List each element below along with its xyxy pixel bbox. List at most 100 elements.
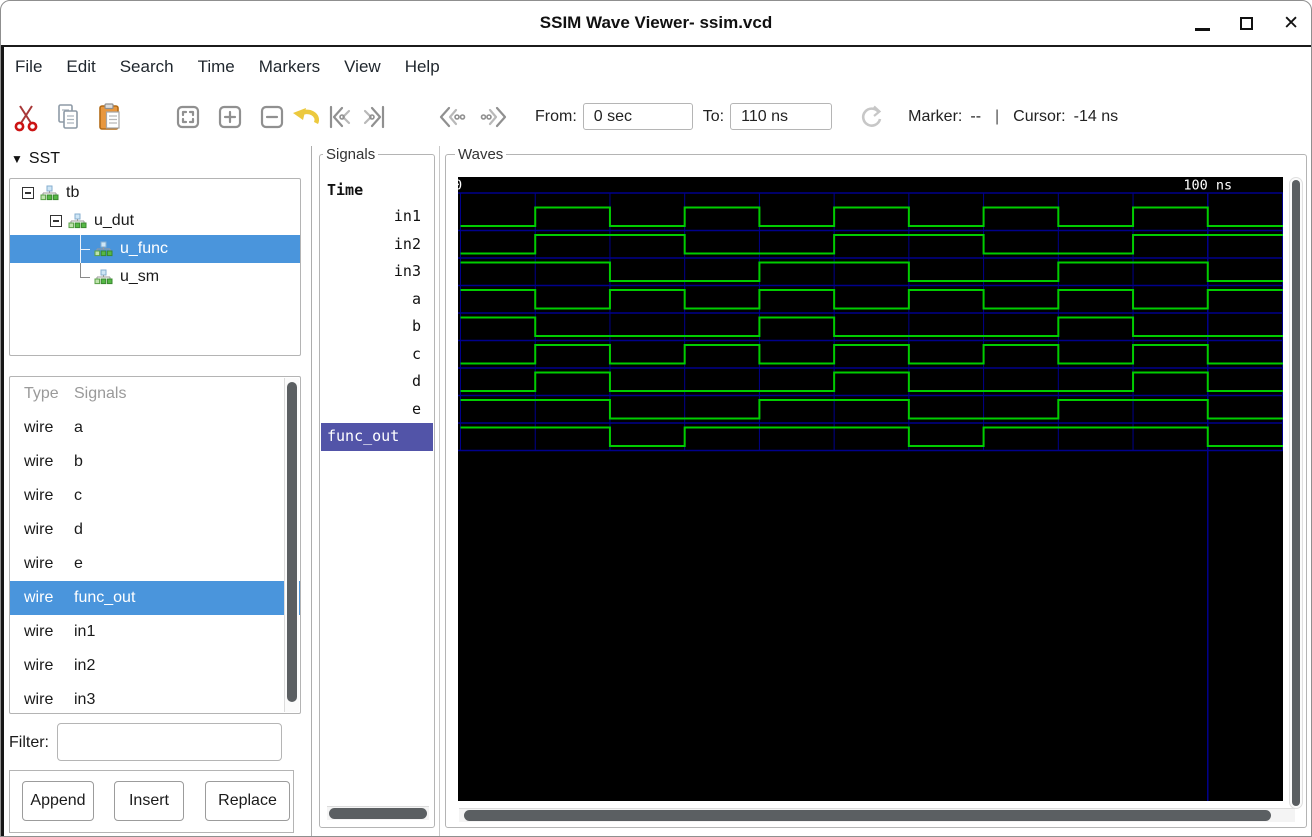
menu-help[interactable]: Help bbox=[405, 57, 440, 77]
svg-text:100 ns: 100 ns bbox=[1183, 178, 1232, 194]
shift-left-icon[interactable] bbox=[435, 99, 469, 135]
signal-name: b bbox=[74, 453, 83, 470]
close-icon[interactable]: ✕ bbox=[1283, 13, 1299, 33]
menu-edit[interactable]: Edit bbox=[66, 57, 95, 77]
action-button-box: Append Insert Replace bbox=[9, 770, 294, 833]
tree-expander-icon[interactable] bbox=[22, 187, 34, 199]
marker-label: Marker: bbox=[908, 107, 963, 125]
wave-signal-d[interactable]: d bbox=[321, 368, 433, 396]
cut-icon[interactable] bbox=[9, 99, 43, 135]
wave-signal-in2[interactable]: in2 bbox=[321, 231, 433, 259]
column-type[interactable]: Type bbox=[10, 385, 74, 403]
wave-signal-in3[interactable]: in3 bbox=[321, 258, 433, 286]
tree-node-u_func[interactable]: u_func bbox=[10, 235, 300, 263]
signal-type: wire bbox=[24, 555, 54, 572]
maximize-icon[interactable] bbox=[1240, 16, 1254, 30]
titlebar: SSIM Wave Viewer- ssim.vcd ✕ bbox=[1, 1, 1311, 47]
replace-button[interactable]: Replace bbox=[205, 781, 290, 821]
scrollbar-thumb[interactable] bbox=[329, 808, 427, 819]
tree-node-label: tb bbox=[66, 184, 80, 201]
wave-signal-a[interactable]: a bbox=[321, 286, 433, 314]
wave-signal-func_out[interactable]: func_out bbox=[321, 423, 433, 451]
tree-node-label: u_func bbox=[120, 240, 169, 257]
filter-label: Filter: bbox=[9, 734, 49, 751]
collapse-triangle-icon: ▼ bbox=[11, 152, 23, 166]
tree-node-label: u_dut bbox=[94, 212, 135, 229]
tree-node-label: u_sm bbox=[120, 268, 160, 285]
tree-expander-icon[interactable] bbox=[50, 215, 62, 227]
menu-time[interactable]: Time bbox=[198, 57, 235, 77]
signal-row-e[interactable]: wire e bbox=[10, 547, 300, 581]
signal-row-c[interactable]: wire c bbox=[10, 479, 300, 513]
signal-name: func_out bbox=[74, 589, 136, 606]
menu-view[interactable]: View bbox=[344, 57, 381, 77]
module-hierarchy-icon bbox=[68, 213, 87, 229]
copy-icon[interactable] bbox=[51, 99, 85, 135]
scrollbar-thumb[interactable] bbox=[464, 810, 1271, 821]
signal-type: wire bbox=[24, 419, 54, 436]
reload-icon[interactable] bbox=[854, 99, 888, 135]
wave-signal-c[interactable]: c bbox=[321, 341, 433, 369]
status-separator: | bbox=[995, 107, 1000, 125]
waveform-canvas[interactable]: 0 100 ns bbox=[458, 177, 1283, 801]
window-left-border bbox=[1, 47, 4, 836]
menu-markers[interactable]: Markers bbox=[259, 57, 320, 77]
signal-row-in3[interactable]: wire in3 bbox=[10, 683, 300, 713]
marker-value: -- bbox=[970, 107, 982, 125]
signal-table-scrollbar[interactable] bbox=[284, 378, 299, 712]
from-input[interactable] bbox=[582, 103, 693, 130]
signal-type: wire bbox=[24, 623, 54, 640]
menu-file[interactable]: File bbox=[15, 57, 42, 77]
signal-row-in1[interactable]: wire in1 bbox=[10, 615, 300, 649]
wave-signal-in1[interactable]: in1 bbox=[321, 203, 433, 231]
signal-type: wire bbox=[24, 691, 54, 708]
minimize-icon[interactable] bbox=[1195, 27, 1211, 31]
signal-name: in3 bbox=[74, 691, 96, 708]
menu-search[interactable]: Search bbox=[120, 57, 174, 77]
signal-row-in2[interactable]: wire in2 bbox=[10, 649, 300, 683]
wave-signal-e[interactable]: e bbox=[321, 396, 433, 424]
zoom-to-end-icon[interactable] bbox=[357, 99, 391, 135]
signal-type: wire bbox=[24, 589, 54, 606]
append-button[interactable]: Append bbox=[22, 781, 94, 821]
signal-type: wire bbox=[24, 487, 54, 504]
filter-input[interactable] bbox=[57, 723, 282, 761]
waves-hscrollbar[interactable] bbox=[459, 808, 1295, 822]
zoom-fit-icon[interactable] bbox=[171, 99, 205, 135]
tree-node-u_sm[interactable]: u_sm bbox=[10, 263, 300, 291]
zoom-undo-icon[interactable] bbox=[289, 99, 323, 135]
pane-divider[interactable] bbox=[439, 146, 440, 836]
svg-text:0: 0 bbox=[458, 178, 462, 194]
module-hierarchy-icon bbox=[94, 241, 113, 257]
cursor-label: Cursor: bbox=[1013, 107, 1066, 125]
signal-row-d[interactable]: wire d bbox=[10, 513, 300, 547]
sst-header[interactable]: ▼ SST bbox=[11, 150, 60, 168]
shift-right-icon[interactable] bbox=[477, 99, 511, 135]
scrollbar-thumb[interactable] bbox=[287, 382, 297, 702]
scrollbar-thumb[interactable] bbox=[1292, 180, 1300, 806]
cursor-value: -14 ns bbox=[1073, 107, 1119, 125]
zoom-to-start-icon[interactable] bbox=[323, 99, 357, 135]
wave-signal-b[interactable]: b bbox=[321, 313, 433, 341]
signal-name: c bbox=[74, 487, 82, 504]
pane-divider[interactable] bbox=[311, 146, 312, 836]
column-signals[interactable]: Signals bbox=[74, 385, 126, 403]
signal-name-list: Time in1 in2 in3 a b c d e func_out bbox=[321, 177, 433, 801]
tree-node-tb[interactable]: tb bbox=[10, 179, 300, 207]
to-input[interactable] bbox=[730, 103, 833, 130]
paste-icon[interactable] bbox=[93, 99, 127, 135]
tree-node-u_dut[interactable]: u_dut bbox=[10, 207, 300, 235]
module-hierarchy-icon bbox=[94, 269, 113, 285]
signal-row-func_out[interactable]: wire func_out bbox=[10, 581, 300, 615]
from-label: From: bbox=[535, 107, 577, 125]
signal-name: d bbox=[74, 521, 83, 538]
zoom-in-icon[interactable] bbox=[213, 99, 247, 135]
signals-hscrollbar[interactable] bbox=[327, 806, 429, 820]
zoom-out-icon[interactable] bbox=[255, 99, 289, 135]
waves-vscrollbar[interactable] bbox=[1289, 177, 1303, 809]
insert-button[interactable]: Insert bbox=[114, 781, 184, 821]
menubar: File Edit Search Time Markers View Help bbox=[1, 47, 1311, 87]
signal-row-a[interactable]: wire a bbox=[10, 411, 300, 445]
signal-name: in2 bbox=[74, 657, 96, 674]
signal-row-b[interactable]: wire b bbox=[10, 445, 300, 479]
